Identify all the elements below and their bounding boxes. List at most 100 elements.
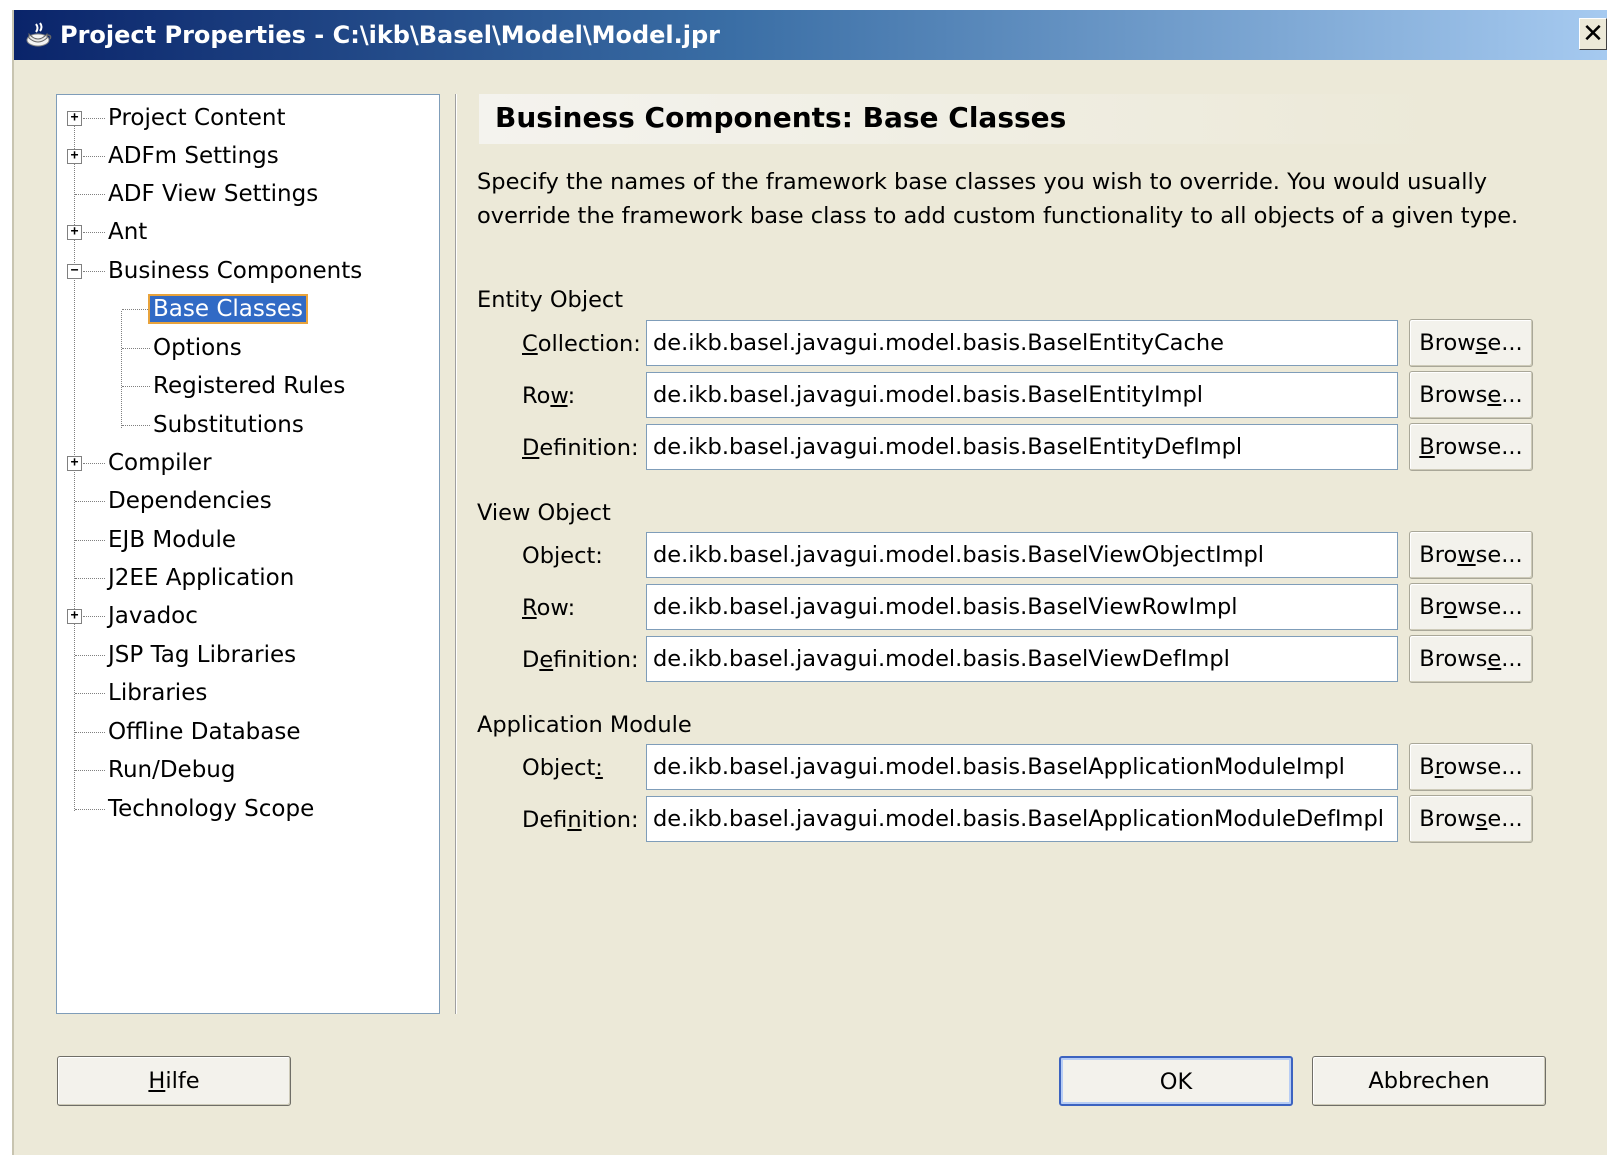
tree-item-registered-rules[interactable]: Registered Rules [150,369,348,403]
tree-line [122,309,150,310]
view-row-label: Row: [522,595,576,621]
tree-item-libraries[interactable]: Libraries [105,676,210,710]
tree-item-label: Project Content [108,105,286,131]
tree-item-offline-database[interactable]: Offline Database [105,715,304,749]
expand-plus-icon[interactable]: + [67,456,82,471]
tree-line [75,194,105,195]
tree-item-label: Ant [108,219,148,245]
ok-button[interactable]: OK [1059,1056,1293,1106]
application-module-group-label: Application Module [477,712,692,738]
expand-plus-icon[interactable]: + [67,225,82,240]
tree-item-ejb-module[interactable]: EJB Module [105,523,239,557]
cancel-button[interactable]: Abbrechen [1312,1056,1546,1106]
title-bar[interactable]: Project Properties - C:\ikb\Basel\Model\… [14,10,1607,60]
entity-collection-input[interactable]: de.ikb.basel.javagui.model.basis.BaselEn… [646,320,1398,366]
page-title: Business Components: Base Classes [495,101,1067,134]
tree-item-business-components[interactable]: Business Components [105,254,365,288]
tree-line [75,655,105,656]
tree-line [83,232,105,233]
tree-item-label: EJB Module [108,527,237,553]
app-module-definition-input[interactable]: de.ikb.basel.javagui.model.basis.BaselAp… [646,796,1398,842]
tree-item-j2ee-application[interactable]: J2EE Application [105,561,297,595]
tree-item-compiler[interactable]: Compiler [105,446,215,480]
tree-item-label: ADF View Settings [108,181,319,207]
tree-line [75,732,105,733]
description-line: Specify the names of the framework base … [477,169,1488,195]
view-definition-label: Definition: [522,647,639,673]
expand-plus-icon[interactable]: + [67,149,82,164]
entity-object-group-label: Entity Object [477,287,624,313]
close-icon: ✕ [1582,19,1604,49]
tree-item-ant[interactable]: Ant [105,215,150,249]
tree-item-label: Run/Debug [108,757,236,783]
tree-item-dependencies[interactable]: Dependencies [105,484,275,518]
browse-button[interactable]: Browse... [1409,423,1533,471]
browse-button[interactable]: Browse... [1409,795,1533,843]
tree-line [75,578,105,579]
browse-button[interactable]: Browse... [1409,635,1533,683]
tree-item-label: Registered Rules [153,373,346,399]
tree-item-adf-view-settings[interactable]: ADF View Settings [105,177,321,211]
view-definition-input[interactable]: de.ikb.basel.javagui.model.basis.BaselVi… [646,636,1398,682]
tree-line [75,693,105,694]
browse-button[interactable]: Browse... [1409,743,1533,791]
tree-item-label: Javadoc [108,603,198,629]
tree-line [83,271,105,272]
tree-item-javadoc[interactable]: Javadoc [105,599,201,633]
tree-item-base-classes[interactable]: Base Classes [148,292,308,326]
help-button[interactable]: Hilfe [57,1056,291,1106]
tree-line [122,425,150,426]
browse-button[interactable]: Browse... [1409,319,1533,367]
view-object-input[interactable]: de.ikb.basel.javagui.model.basis.BaselVi… [646,532,1398,578]
tree-line [83,616,105,617]
entity-definition-label: Definition: [522,435,639,461]
tree-item-label: Libraries [108,680,208,706]
tree-item-label: Compiler [108,450,212,476]
tree-item-label: Options [153,335,242,361]
expand-plus-icon[interactable]: + [67,609,82,624]
tree-line [121,311,122,428]
entity-row-input[interactable]: de.ikb.basel.javagui.model.basis.BaselEn… [646,372,1398,418]
tree-item-label: Offline Database [108,719,301,745]
description-line: override the framework base class to add… [477,203,1519,229]
tree-line [75,540,105,541]
coffee-cup-icon [22,18,56,52]
close-button[interactable]: ✕ [1579,18,1607,50]
browse-button[interactable]: Browse... [1409,531,1533,579]
app-module-definition-label: Definition: [522,807,639,833]
tree-line [83,463,105,464]
tree-item-label: J2EE Application [108,565,295,591]
tree-item-substitutions[interactable]: Substitutions [150,408,307,442]
tree-item-label: Dependencies [108,488,272,514]
tree-item-jsp-tag-libraries[interactable]: JSP Tag Libraries [105,638,299,672]
project-properties-dialog: Project Properties - C:\ikb\Basel\Model\… [12,10,1607,1155]
tree-item-project-content[interactable]: Project Content [105,101,288,135]
view-object-group-label: View Object [477,500,611,526]
tree-item-label: ADFm Settings [108,143,279,169]
entity-collection-label: Collection: [522,331,641,357]
view-row-input[interactable]: de.ikb.basel.javagui.model.basis.BaselVi… [646,584,1398,630]
browse-button[interactable]: Browse... [1409,371,1533,419]
expand-plus-icon[interactable]: + [67,111,82,126]
app-module-object-label: Object: [522,755,603,781]
tree-item-options[interactable]: Options [150,331,245,365]
tree-item-label: JSP Tag Libraries [108,642,297,668]
browse-button[interactable]: Browse... [1409,583,1533,631]
entity-definition-input[interactable]: de.ikb.basel.javagui.model.basis.BaselEn… [646,424,1398,470]
tree-item-run-debug[interactable]: Run/Debug [105,753,239,787]
tree-item-label: Technology Scope [108,796,315,822]
tree-line [83,156,105,157]
tree-line [83,118,105,119]
collapse-minus-icon[interactable]: − [67,264,82,279]
tree-line [122,348,150,349]
tree-item-label: Substitutions [153,412,304,438]
splitter[interactable] [455,94,457,1014]
app-module-object-input[interactable]: de.ikb.basel.javagui.model.basis.BaselAp… [646,744,1398,790]
description-text: Specify the names of the framework base … [477,165,1537,233]
tree-item-adfm-settings[interactable]: ADFm Settings [105,139,282,173]
tree-item-label: Base Classes [148,294,308,324]
tree-item-technology-scope[interactable]: Technology Scope [105,792,317,826]
section-header: Business Components: Base Classes [479,94,1439,144]
navigation-tree[interactable]: + + + − + + Project Content ADFm Setting… [56,94,440,1014]
view-object-label: Object: [522,543,603,569]
